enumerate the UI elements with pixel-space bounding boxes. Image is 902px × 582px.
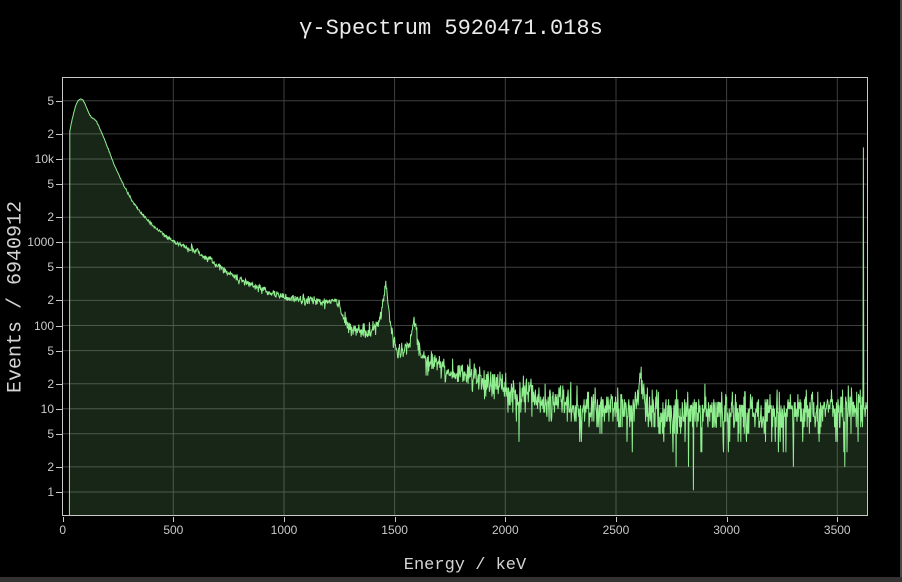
y-tick-mark	[56, 434, 62, 435]
spectrum-series	[62, 77, 868, 516]
y-tick-mark	[56, 242, 62, 243]
y-tick-mark	[56, 217, 62, 218]
x-tick-mark	[727, 517, 728, 522]
x-tick-label: 3000	[697, 523, 757, 537]
y-tick-mark	[56, 134, 62, 135]
plot-area[interactable]	[62, 77, 868, 516]
y-tick-label: 5	[0, 177, 54, 191]
y-tick-mark	[56, 384, 62, 385]
y-tick-label: 10k	[0, 152, 54, 166]
x-tick-mark	[395, 517, 396, 522]
bottom-scrollbar-edge[interactable]	[0, 577, 902, 582]
y-tick-label: 1000	[0, 235, 54, 249]
y-tick-mark	[56, 492, 62, 493]
y-tick-label: 2	[0, 377, 54, 391]
x-tick-mark	[505, 517, 506, 522]
y-tick-label: 5	[0, 427, 54, 441]
x-tick-mark	[284, 517, 285, 522]
x-tick-label: 0	[33, 523, 93, 537]
y-tick-mark	[56, 300, 62, 301]
x-tick-mark	[63, 517, 64, 522]
y-tick-mark	[56, 267, 62, 268]
y-tick-mark	[56, 184, 62, 185]
y-tick-mark	[56, 467, 62, 468]
app-window: γ-Spectrum 5920471.018s Events / 6940912…	[0, 0, 902, 582]
y-tick-label: 10	[0, 402, 54, 416]
chart-title: γ-Spectrum 5920471.018s	[0, 16, 902, 41]
y-tick-label: 2	[0, 127, 54, 141]
x-tick-mark	[837, 517, 838, 522]
y-tick-mark	[56, 159, 62, 160]
y-tick-mark	[56, 326, 62, 327]
y-tick-label: 2	[0, 210, 54, 224]
x-tick-label: 1000	[254, 523, 314, 537]
y-tick-label: 5	[0, 260, 54, 274]
x-tick-label: 500	[143, 523, 203, 537]
y-tick-label: 2	[0, 293, 54, 307]
x-tick-label: 2500	[586, 523, 646, 537]
x-tick-mark	[616, 517, 617, 522]
y-tick-mark	[56, 351, 62, 352]
x-tick-label: 2000	[475, 523, 535, 537]
x-tick-label: 1500	[365, 523, 425, 537]
x-tick-mark	[173, 517, 174, 522]
y-tick-label: 100	[0, 319, 54, 333]
y-tick-label: 2	[0, 460, 54, 474]
y-tick-mark	[56, 101, 62, 102]
x-tick-label: 3500	[807, 523, 867, 537]
y-tick-label: 5	[0, 94, 54, 108]
y-tick-label: 1	[0, 485, 54, 499]
x-axis-title: Energy / keV	[62, 556, 868, 575]
y-tick-mark	[56, 409, 62, 410]
y-tick-label: 5	[0, 344, 54, 358]
